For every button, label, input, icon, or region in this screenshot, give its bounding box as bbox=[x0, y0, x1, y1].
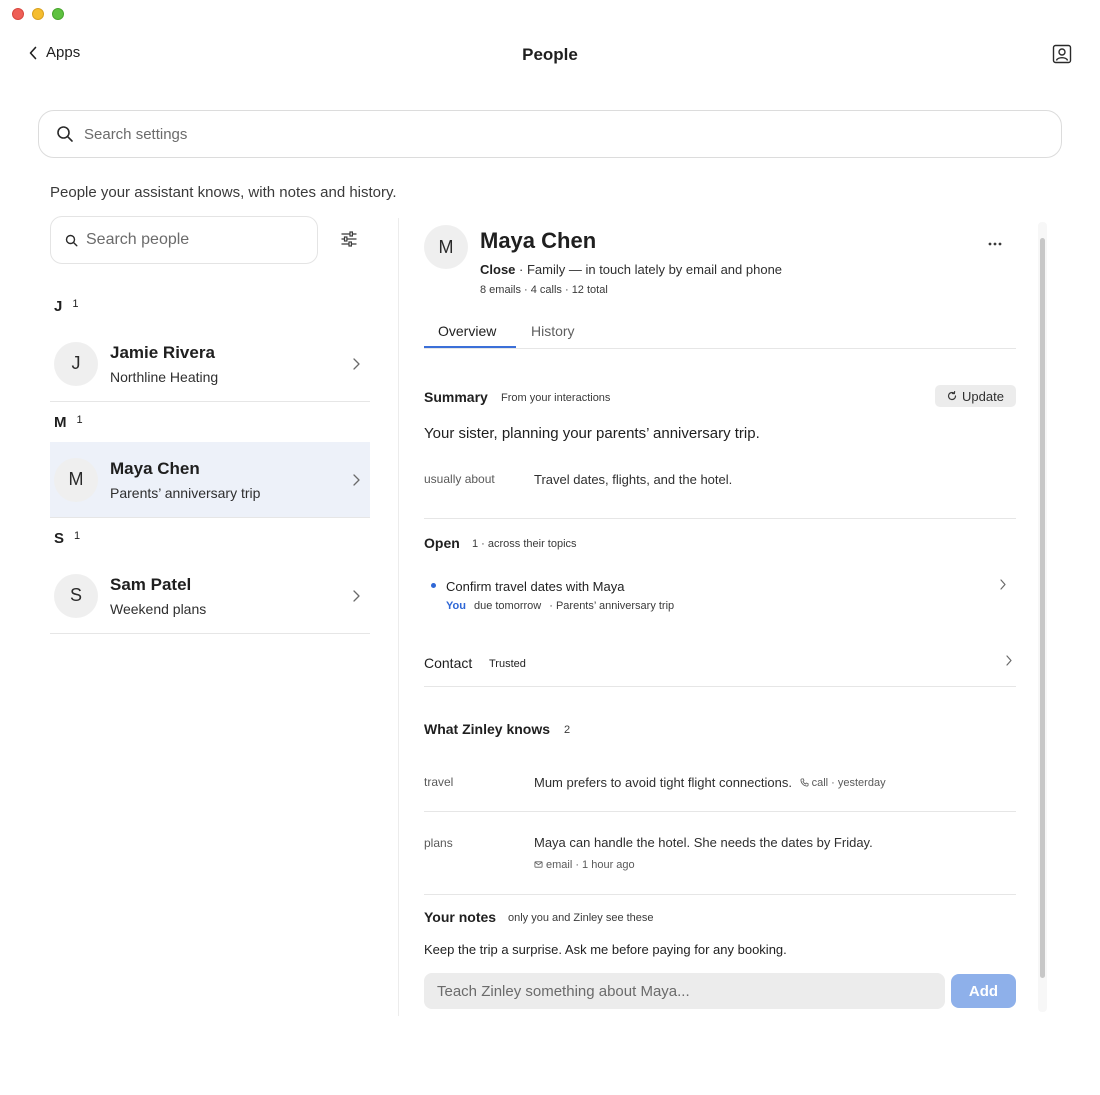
chevron-right-icon[interactable] bbox=[1000, 579, 1006, 590]
group-header-m: M 1 bbox=[50, 402, 370, 442]
open-title: Open bbox=[424, 535, 460, 551]
people-search-bar bbox=[50, 216, 318, 264]
tab-overview[interactable]: Overview bbox=[438, 323, 496, 339]
open-note: 1 · across their topics bbox=[472, 538, 577, 550]
avatar: M bbox=[54, 457, 98, 502]
closeness-label: Close bbox=[480, 262, 516, 277]
filter-sliders-icon[interactable] bbox=[340, 230, 358, 248]
avatar: M bbox=[424, 225, 468, 269]
group-letter: J bbox=[54, 297, 63, 315]
search-icon bbox=[65, 234, 78, 246]
people-search-input[interactable] bbox=[86, 231, 296, 249]
avatar: J bbox=[54, 341, 98, 386]
chevron-right-icon bbox=[353, 590, 360, 602]
chevron-right-icon bbox=[353, 474, 360, 486]
settings-search-input[interactable] bbox=[84, 125, 984, 143]
relationship-text: · Family — in touch lately by email and … bbox=[515, 262, 783, 277]
contact-row[interactable]: Contact Trusted bbox=[424, 650, 1016, 674]
group-count: 1 bbox=[74, 530, 81, 542]
fact-key: plans bbox=[424, 836, 453, 850]
group-header-s: S 1 bbox=[50, 518, 370, 558]
people-list-panel: J 1 J Jamie Rivera Northline Heating M 1… bbox=[50, 216, 370, 634]
column-divider bbox=[398, 218, 399, 1016]
knows-title: What Zinley knows bbox=[424, 721, 551, 737]
person-detail-panel: M Maya Chen Close · Family — in touch la… bbox=[424, 222, 1016, 1016]
person-subtitle: Weekend plans bbox=[110, 600, 207, 617]
scrollbar-thumb[interactable] bbox=[1040, 238, 1045, 978]
contact-title: Contact bbox=[424, 655, 473, 671]
task-due: due tomorrow bbox=[473, 600, 542, 612]
summary-title: Summary bbox=[424, 389, 488, 405]
fact-text: Mum prefers to avoid tight flight connec… bbox=[534, 775, 792, 790]
row-divider bbox=[424, 811, 1016, 812]
more-options-icon[interactable] bbox=[988, 242, 1002, 246]
notes-note: only you and Zinley see these bbox=[508, 912, 654, 924]
person-name: Jamie Rivera bbox=[110, 342, 215, 362]
open-task-dot bbox=[431, 583, 436, 588]
person-row-sam-patel[interactable]: S Sam Patel Weekend plans bbox=[50, 558, 370, 634]
window-maximize-button[interactable] bbox=[52, 8, 64, 20]
person-name: Maya Chen bbox=[110, 458, 200, 478]
window-minimize-button[interactable] bbox=[32, 8, 44, 20]
teach-input[interactable] bbox=[424, 973, 945, 1009]
fact-source-text: call · yesterday bbox=[811, 776, 886, 789]
chevron-right-icon bbox=[353, 358, 360, 370]
usually-about-value: Travel dates, flights, and the hotel. bbox=[534, 472, 733, 487]
relationship-line: Close · Family — in touch lately by emai… bbox=[480, 262, 782, 277]
person-subtitle: Parents’ anniversary trip bbox=[110, 484, 261, 501]
fact-source: email · 1 hour ago bbox=[534, 857, 635, 872]
fact-source-text: email · 1 hour ago bbox=[546, 858, 635, 871]
update-label: Update bbox=[962, 388, 1004, 404]
fact-source: call · yesterday bbox=[800, 777, 886, 789]
search-icon bbox=[57, 126, 73, 142]
person-name: Sam Patel bbox=[110, 574, 192, 594]
fact-text: Maya can handle the hotel. She needs the… bbox=[534, 835, 873, 850]
interaction-stats: 8 emails · 4 calls · 12 total bbox=[480, 284, 608, 296]
contact-card-icon[interactable] bbox=[1052, 44, 1072, 64]
open-task-title[interactable]: Confirm travel dates with Maya bbox=[446, 579, 624, 594]
fact-row-travel: Mum prefers to avoid tight flight connec… bbox=[534, 775, 886, 790]
task-owner: You bbox=[446, 600, 466, 612]
section-divider bbox=[424, 686, 1016, 687]
usually-about-key: usually about bbox=[424, 472, 495, 486]
group-count: 1 bbox=[72, 298, 79, 310]
update-button[interactable]: Update bbox=[935, 385, 1016, 407]
page-title: People bbox=[522, 45, 578, 64]
chevron-right-icon bbox=[1006, 655, 1012, 666]
active-tab-indicator bbox=[424, 346, 516, 348]
trusted-badge: Trusted bbox=[489, 658, 526, 670]
person-row-jamie-rivera[interactable]: J Jamie Rivera Northline Heating bbox=[50, 326, 370, 402]
window-close-button[interactable] bbox=[12, 8, 24, 20]
page-subtitle: People your assistant knows, with notes … bbox=[50, 184, 397, 201]
section-divider bbox=[424, 518, 1016, 519]
group-header-j: J 1 bbox=[50, 286, 370, 326]
section-divider bbox=[424, 894, 1016, 895]
summary-text: Your sister, planning your parents’ anni… bbox=[424, 425, 760, 442]
group-count: 1 bbox=[76, 414, 83, 426]
refresh-icon bbox=[947, 391, 957, 401]
settings-search-bar bbox=[38, 110, 1062, 158]
person-name-heading: Maya Chen bbox=[480, 228, 597, 253]
notes-title: Your notes bbox=[424, 909, 497, 925]
fact-key: travel bbox=[424, 775, 454, 789]
add-button[interactable]: Add bbox=[951, 974, 1016, 1008]
avatar: S bbox=[54, 573, 98, 618]
knows-count: 2 bbox=[564, 724, 571, 736]
tab-history[interactable]: History bbox=[531, 323, 575, 339]
person-row-maya-chen[interactable]: M Maya Chen Parents’ anniversary trip bbox=[50, 442, 370, 518]
group-letter: S bbox=[54, 529, 65, 547]
window-controls bbox=[12, 8, 64, 20]
note-text: Keep the trip a surprise. Ask me before … bbox=[424, 942, 787, 957]
top-bar: Apps People bbox=[0, 38, 1100, 72]
detail-scrollbar[interactable] bbox=[1038, 222, 1047, 1012]
task-topic: · Parents’ anniversary trip bbox=[549, 600, 675, 612]
group-letter: M bbox=[54, 413, 67, 431]
detail-tabs: Overview History bbox=[424, 318, 1016, 349]
open-task-meta: You due tomorrow · Parents’ anniversary … bbox=[446, 600, 674, 612]
mail-icon bbox=[534, 861, 543, 868]
phone-icon bbox=[800, 778, 809, 787]
summary-note: From your interactions bbox=[501, 392, 611, 404]
person-subtitle: Northline Heating bbox=[110, 368, 219, 385]
